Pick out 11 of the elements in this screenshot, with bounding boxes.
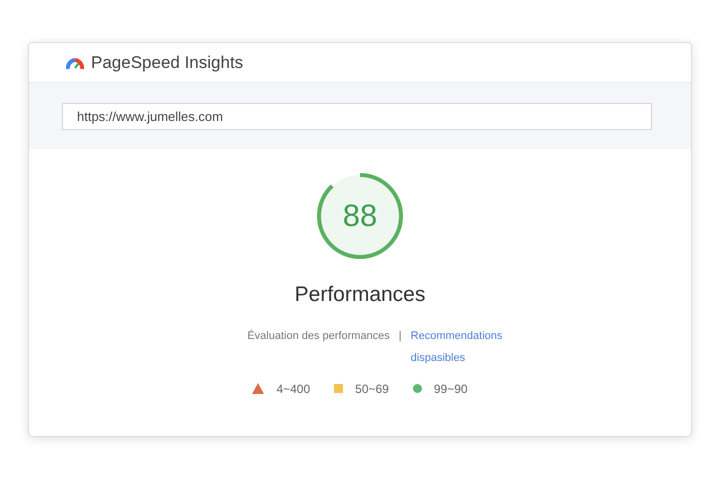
gauge-logo-icon: [65, 56, 85, 70]
legend-label: 4~400: [276, 380, 310, 398]
score-value: 88: [342, 196, 378, 235]
separator-text: |: [398, 328, 402, 344]
url-field[interactable]: https://www.jumelles.com: [62, 102, 652, 130]
description-text: Évaluation des performances: [247, 328, 390, 344]
legend-label: 99~90: [434, 380, 468, 398]
app-title: PageSpeed Insights: [91, 52, 244, 74]
category-label: Performances: [294, 282, 426, 308]
recommendations-link[interactable]: Recommendations dispasibles: [410, 324, 511, 368]
legend-label: 50~69: [355, 380, 389, 398]
